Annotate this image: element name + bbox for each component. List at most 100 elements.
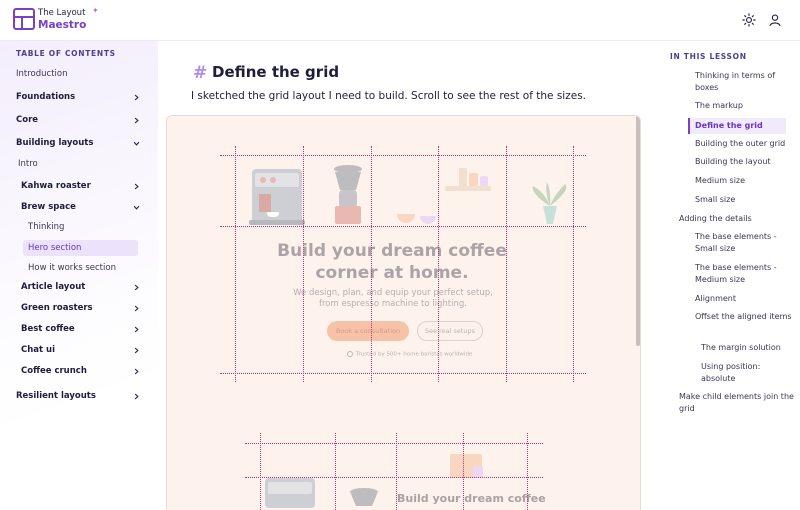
check-circle-icon bbox=[347, 351, 353, 357]
chevron-right-icon bbox=[134, 368, 139, 374]
grid-line bbox=[463, 433, 464, 510]
lesson-item-small-size[interactable]: Small size bbox=[695, 194, 795, 206]
sidebar-item-hero-section[interactable]: Hero section bbox=[23, 240, 138, 256]
sidebar-item-label: Intro bbox=[18, 159, 38, 169]
lesson-item-alignment[interactable]: Alignment bbox=[695, 293, 795, 305]
sidebar-item-label: Foundations bbox=[16, 92, 76, 102]
grid-line bbox=[438, 146, 439, 382]
sidebar-item-core[interactable]: Core bbox=[16, 115, 140, 125]
lesson-item-define-grid[interactable]: Define the grid bbox=[688, 118, 786, 134]
chevron-right-icon bbox=[134, 393, 139, 399]
layout-logo-icon bbox=[13, 8, 35, 30]
sidebar-item-label: Green roasters bbox=[21, 303, 93, 313]
sidebar-item-label: Best coffee bbox=[21, 324, 75, 334]
sidebar-item-thinking[interactable]: Thinking bbox=[28, 222, 138, 232]
lesson-item-building-layout[interactable]: Building the layout bbox=[695, 156, 795, 168]
hero-fade-overlay bbox=[167, 116, 640, 510]
sidebar-item-introduction[interactable]: Introduction bbox=[16, 69, 146, 79]
grid-line bbox=[527, 433, 528, 510]
lesson-toc: IN THIS LESSON Thinking in terms of boxe… bbox=[650, 41, 800, 510]
toc-heading: TABLE OF CONTENTS bbox=[16, 49, 116, 58]
sidebar-item-label: Core bbox=[16, 115, 39, 125]
sidebar-item-chat-ui[interactable]: Chat ui bbox=[21, 345, 140, 355]
sidebar-item-coffee-crunch[interactable]: Coffee crunch bbox=[21, 366, 140, 376]
grid-line bbox=[371, 146, 372, 382]
lesson-item-markup[interactable]: The markup bbox=[695, 100, 795, 112]
sidebar-item-label: How it works section bbox=[28, 263, 116, 273]
lesson-toc-heading: IN THIS LESSON bbox=[670, 52, 747, 61]
grid-line bbox=[220, 155, 586, 156]
grid-line bbox=[573, 146, 574, 382]
lesson-item-base-medium[interactable]: The base elements - Medium size bbox=[695, 262, 795, 286]
grid-line bbox=[220, 373, 586, 374]
grid-line bbox=[506, 146, 507, 382]
sidebar-item-label: Introduction bbox=[16, 69, 68, 79]
trust-label: Trusted by 500+ home baristas worldwide bbox=[356, 351, 473, 358]
lesson-item-medium-size[interactable]: Medium size bbox=[695, 175, 795, 187]
lesson-item-adding-details[interactable]: Adding the details bbox=[679, 213, 794, 225]
lesson-item-base-small[interactable]: The base elements - Small size bbox=[695, 231, 795, 255]
sidebar: TABLE OF CONTENTS Introduction Foundatio… bbox=[0, 41, 158, 510]
sidebar-item-intro[interactable]: Intro bbox=[18, 159, 138, 169]
grid-demo-frame[interactable]: Build your dream coffee corner at home. … bbox=[166, 115, 641, 510]
chevron-right-icon bbox=[134, 284, 139, 290]
theme-toggle-button[interactable] bbox=[740, 11, 758, 29]
lesson-item-child-join-grid[interactable]: Make child elements join the grid bbox=[679, 391, 794, 415]
grid-line bbox=[235, 146, 236, 382]
user-icon bbox=[769, 14, 781, 27]
trust-text: Trusted by 500+ home baristas worldwide bbox=[347, 351, 472, 358]
heading-anchor-icon[interactable]: # bbox=[193, 63, 207, 83]
sidebar-item-label: Brew space bbox=[21, 202, 76, 212]
grid-line bbox=[245, 477, 543, 478]
grid-line bbox=[396, 433, 397, 510]
lead-paragraph: I sketched the grid layout I need to bui… bbox=[191, 90, 586, 102]
sun-icon bbox=[742, 13, 756, 27]
lesson-item-thinking-boxes[interactable]: Thinking in terms of boxes bbox=[695, 70, 795, 94]
sidebar-item-label: Article layout bbox=[21, 282, 86, 292]
grid-line bbox=[260, 433, 261, 510]
book-consultation-button: Book a consultation bbox=[327, 321, 409, 341]
logo[interactable]: The Layout Maestro ✦ bbox=[13, 6, 99, 30]
sidebar-item-label: Coffee crunch bbox=[21, 366, 87, 376]
sidebar-item-best-coffee[interactable]: Best coffee bbox=[21, 324, 140, 334]
lesson-item-margin-solution[interactable]: The margin solution bbox=[701, 342, 796, 354]
sidebar-item-brew-space[interactable]: Brew space bbox=[21, 202, 140, 212]
page-title: Define the grid bbox=[212, 63, 340, 81]
grid-line bbox=[220, 226, 586, 227]
sidebar-item-label: Thinking bbox=[28, 222, 65, 232]
chevron-right-icon bbox=[134, 347, 139, 353]
chevron-right-icon bbox=[134, 94, 139, 100]
sidebar-item-resilient-layouts[interactable]: Resilient layouts bbox=[16, 391, 140, 401]
grid-line bbox=[245, 443, 543, 444]
sidebar-item-label: Building layouts bbox=[16, 138, 94, 148]
sidebar-item-label: Hero section bbox=[28, 243, 82, 253]
sidebar-item-label: Resilient layouts bbox=[16, 391, 96, 401]
grid-line bbox=[335, 433, 336, 510]
main-content: # Define the grid I sketched the grid la… bbox=[158, 41, 650, 510]
lesson-item-outer-grid[interactable]: Building the outer grid bbox=[695, 138, 800, 150]
hero-subtitle: We design, plan, and equip your perfect … bbox=[293, 288, 493, 309]
sidebar-item-foundations[interactable]: Foundations bbox=[16, 92, 140, 102]
lesson-item-offset-aligned[interactable]: Offset the aligned items bbox=[695, 311, 795, 323]
logo-bottom-text: Maestro bbox=[38, 19, 87, 31]
chevron-right-icon bbox=[134, 305, 139, 311]
chevron-right-icon bbox=[134, 326, 139, 332]
chevron-down-icon bbox=[133, 205, 140, 210]
demo-scrollbar[interactable] bbox=[636, 116, 640, 346]
account-button[interactable] bbox=[766, 11, 784, 29]
logo-text: The Layout Maestro bbox=[38, 8, 86, 30]
sparkle-icon: ✦ bbox=[92, 6, 99, 15]
sidebar-item-green-roasters[interactable]: Green roasters bbox=[21, 303, 140, 313]
sidebar-item-label: Kahwa roaster bbox=[21, 181, 91, 191]
app-window: The Layout Maestro ✦ TABLE OF CONTENTS I… bbox=[0, 0, 800, 510]
chevron-down-icon bbox=[133, 141, 140, 146]
hero-title-medium: Build your dream coffee bbox=[397, 492, 546, 505]
see-setups-button: See real setups bbox=[417, 321, 483, 341]
sidebar-item-building-layouts[interactable]: Building layouts bbox=[16, 138, 140, 148]
grid-line bbox=[303, 146, 304, 382]
sidebar-item-kahwa-roaster[interactable]: Kahwa roaster bbox=[21, 181, 140, 191]
sidebar-item-article-layout[interactable]: Article layout bbox=[21, 282, 140, 292]
lesson-item-position-absolute[interactable]: Using position: absolute bbox=[701, 361, 796, 385]
hero-title: Build your dream coffee corner at home. bbox=[277, 241, 507, 283]
sidebar-item-how-it-works[interactable]: How it works section bbox=[28, 263, 143, 273]
